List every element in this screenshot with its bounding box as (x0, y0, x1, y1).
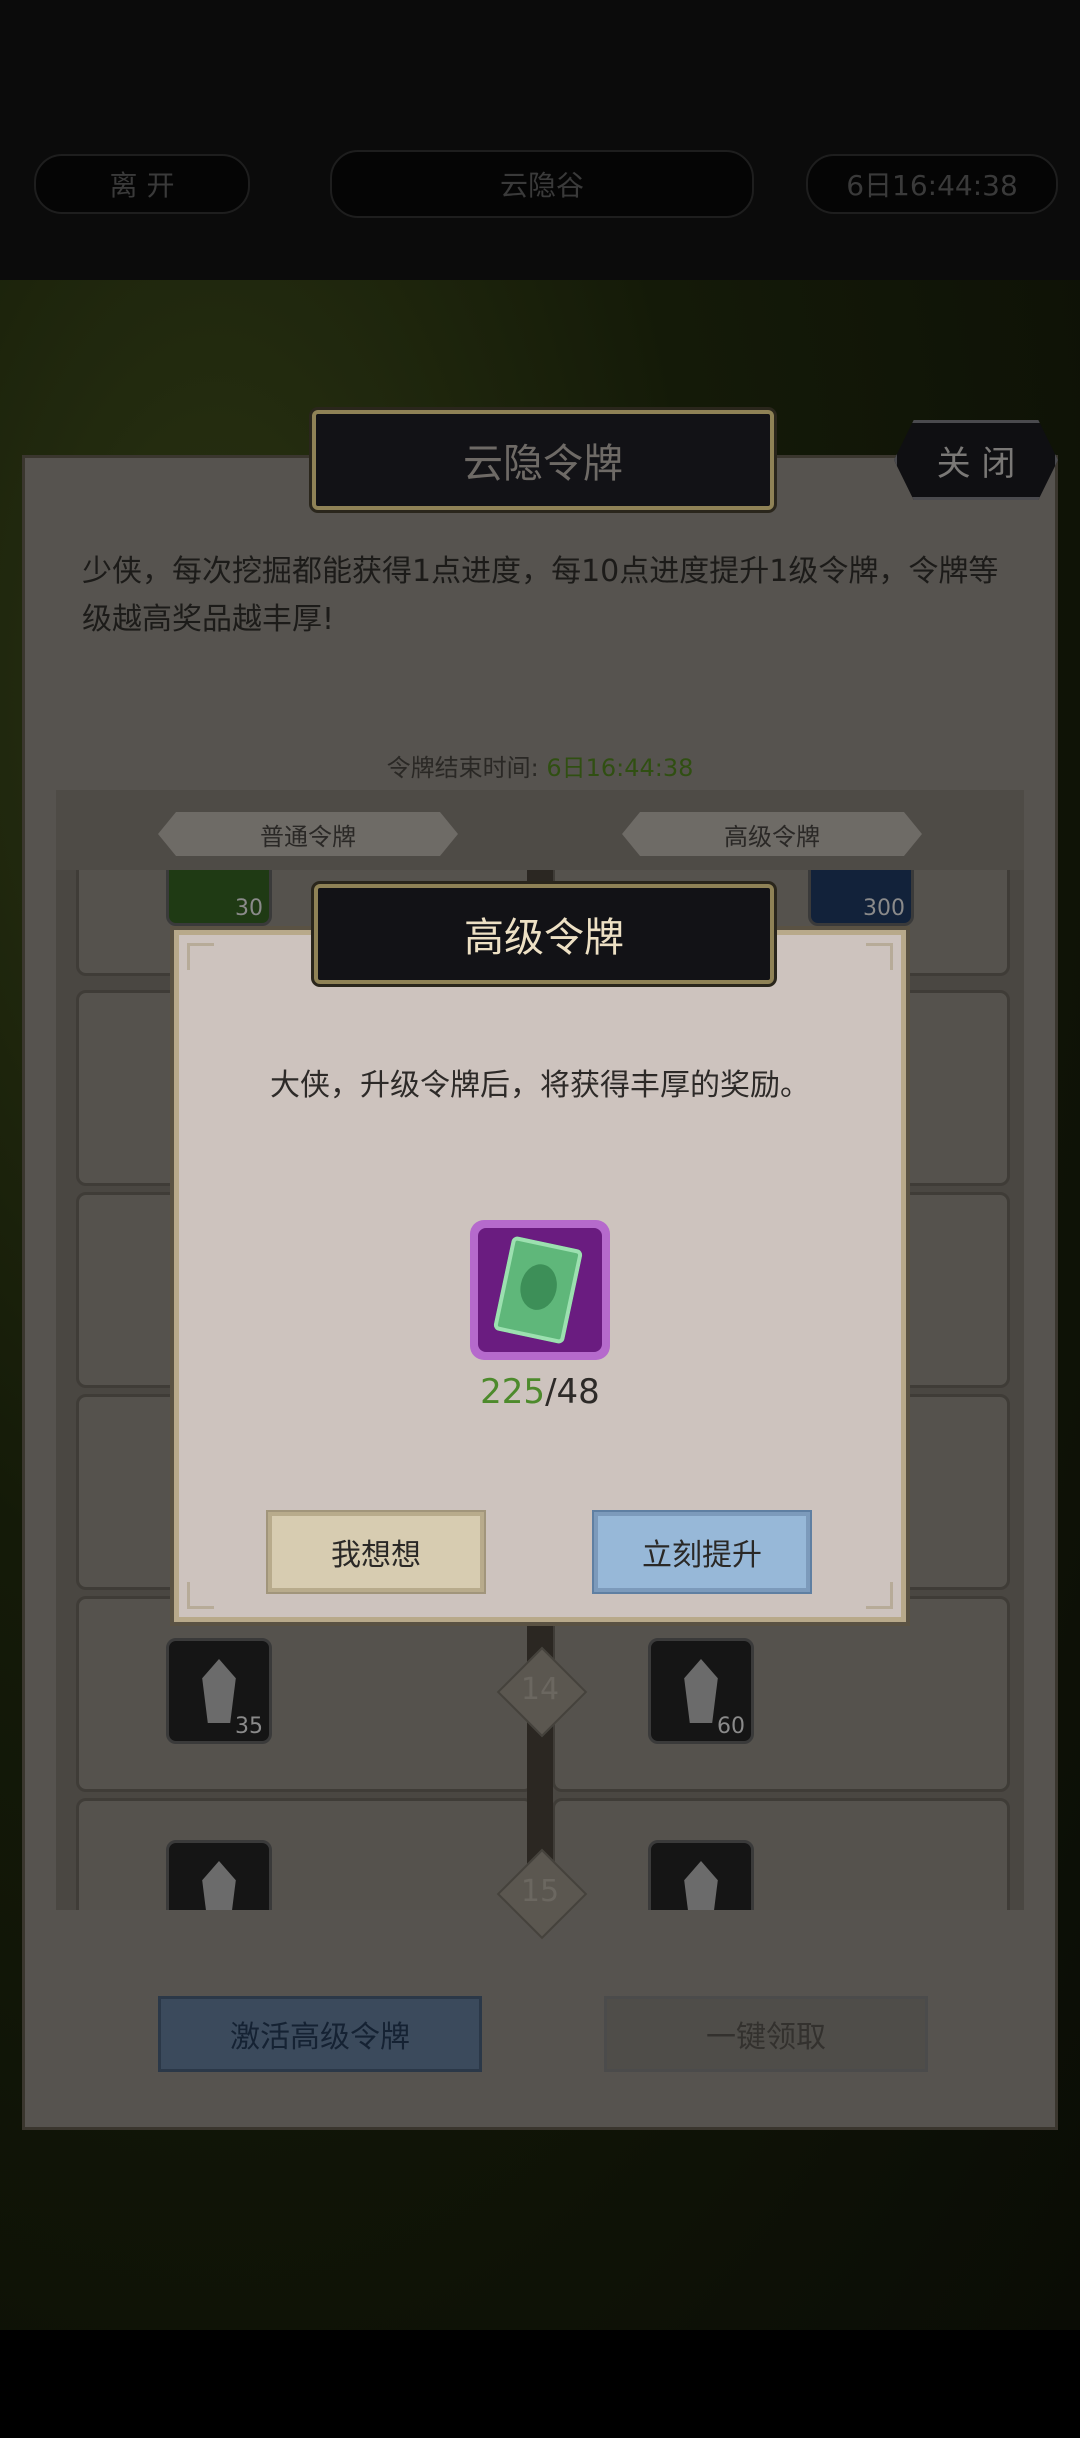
level-number: 15 (520, 1874, 560, 1909)
top-bar: 离 开 云隐谷 6日16:44:38 (0, 0, 1080, 280)
corner-ornament (187, 1582, 214, 1609)
tab-normal-token[interactable]: 普通令牌 (158, 812, 458, 856)
token-count: 225/48 (480, 1372, 600, 1412)
crystal-reward-slot[interactable] (648, 1840, 754, 1910)
bottom-bar (0, 2330, 1080, 2438)
panel-description: 少侠，每次挖掘都能获得1点进度，每10点进度提升1级令牌，令牌等级越高奖品越丰厚… (82, 554, 999, 637)
location-title: 云隐谷 (330, 150, 754, 218)
corner-ornament (866, 943, 893, 970)
list-item (76, 1798, 534, 1910)
jade-token-icon[interactable] (470, 1220, 610, 1360)
level-number: 14 (520, 1672, 560, 1707)
tab-premium-token[interactable]: 高级令牌 (622, 812, 922, 856)
reward-slot[interactable]: 30 (166, 870, 272, 926)
close-button[interactable]: 关 闭 (894, 420, 1058, 500)
crystal-reward-slot[interactable] (166, 1840, 272, 1910)
think-button[interactable]: 我想想 (266, 1510, 486, 1594)
crystal-icon (684, 1861, 718, 1910)
need-count: 48 (556, 1372, 600, 1412)
activate-premium-button[interactable]: 激活高级令牌 (158, 1996, 482, 2072)
list-item (76, 1596, 534, 1792)
reward-slot[interactable]: 300 (808, 870, 914, 926)
leave-button[interactable]: 离 开 (34, 154, 250, 214)
have-count: 225 (480, 1372, 546, 1412)
crystal-reward-slot[interactable]: 35 (166, 1638, 272, 1744)
panel-title: 云隐令牌 (312, 410, 774, 510)
crystal-icon (202, 1861, 236, 1910)
corner-ornament (187, 943, 214, 970)
crystal-reward-slot[interactable]: 60 (648, 1638, 754, 1744)
dialog-title: 高级令牌 (314, 884, 774, 984)
end-time: 令牌结束时间: 6日16:44:38 (0, 748, 1080, 783)
list-item (552, 1798, 1010, 1910)
upgrade-now-button[interactable]: 立刻提升 (592, 1510, 812, 1594)
event-timer: 6日16:44:38 (806, 154, 1058, 214)
claim-all-button[interactable]: 一键领取 (604, 1996, 928, 2072)
corner-ornament (866, 1582, 893, 1609)
end-time-value: 6日16:44:38 (546, 754, 694, 782)
list-item (552, 1596, 1010, 1792)
dialog-message: 大侠，升级令牌后，将获得丰厚的奖励。 (270, 1068, 810, 1103)
end-time-label: 令牌结束时间: (386, 754, 539, 782)
